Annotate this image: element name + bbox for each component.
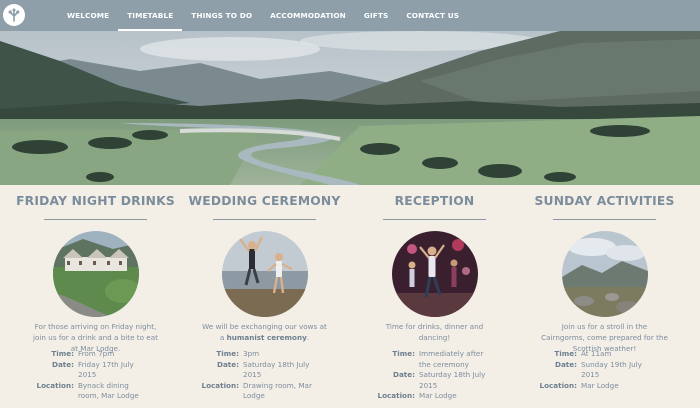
nav-welcome[interactable]: WELCOME [58, 0, 118, 31]
event-photo-dancing [392, 231, 478, 317]
event-title: FRIDAY NIGHT DRINKS [16, 194, 175, 208]
time-label: Time: [392, 349, 415, 358]
location-value: Bynack dining room, Mar Lodge [78, 380, 139, 401]
event-details: Time: Immediately after the ceremony Date… [375, 349, 491, 402]
location-value: Mar Lodge [581, 380, 619, 390]
event-title: WEDDING CEREMONY [188, 194, 341, 208]
event-details: Time: 3pm Date: Saturday 18th July 2015 Lo… [199, 349, 315, 402]
date-label: Date: [554, 359, 577, 369]
title-divider [553, 219, 656, 220]
time-value: From 7pm [78, 349, 115, 358]
event-card-friday-drinks: FRIDAY NIGHT DRINKS For those arriving o… [8, 185, 183, 408]
event-description: Time for drinks, dinner and dancing! [385, 322, 484, 342]
title-divider [383, 219, 486, 220]
event-title: RECEPTION [394, 194, 475, 208]
date-value: Saturday 18th July 2015 [243, 359, 310, 380]
location-value: Mar Lodge [419, 391, 457, 400]
event-card-reception: RECEPTION Time for drinks, dinner and da… [347, 185, 522, 408]
event-card-sunday-activities: SUNDAY ACTIVITIES Join us for a stroll i… [517, 185, 692, 408]
event-photo-jumping-couple [222, 231, 308, 317]
time-value: Immediately after the ceremony [419, 349, 484, 369]
title-divider [44, 219, 147, 220]
event-photo-lodge [53, 231, 139, 317]
nav-accommodation[interactable]: ACCOMMODATION [261, 0, 355, 31]
event-details: Time: From 7pm Date: Friday 17th July 2015… [34, 349, 150, 402]
time-label: Time: [51, 349, 74, 358]
location-label: Location: [377, 391, 415, 400]
location-value: Drawing room, Mar Lodge [243, 380, 312, 401]
date-label: Date: [51, 359, 74, 369]
top-nav: WELCOME TIMETABLE THINGS TO DO ACCOMMODA… [0, 0, 700, 31]
location-label: Location: [539, 380, 577, 390]
nav-things-to-do[interactable]: THINGS TO DO [182, 0, 261, 31]
heart-tree-icon [8, 8, 20, 22]
date-value: Sunday 19th July 2015 [581, 359, 642, 380]
event-description: We will be exchanging our vows at a huma… [199, 321, 330, 343]
location-label: Location: [201, 380, 239, 390]
event-photo-mountains [562, 231, 648, 317]
location-label: Location: [36, 380, 74, 390]
nav-timetable[interactable]: TIMETABLE [118, 0, 183, 31]
time-value: At 11am [581, 349, 612, 358]
title-divider [213, 219, 316, 220]
time-value: 3pm [243, 349, 260, 358]
date-label: Date: [216, 359, 239, 369]
date-label: Date: [392, 370, 415, 379]
description-end: . [306, 333, 310, 342]
date-value: Friday 17th July 2015 [78, 359, 134, 380]
time-label: Time: [216, 349, 239, 358]
nav-contact-us[interactable]: CONTACT US [397, 0, 468, 31]
nav-gifts[interactable]: GIFTS [355, 0, 397, 31]
event-details: Time: At 11am Date: Sunday 19th July 2015 … [537, 349, 653, 391]
time-label: Time: [554, 349, 577, 358]
hero-landscape-image [0, 31, 700, 185]
event-card-wedding-ceremony: WEDDING CEREMONY We will be exchanging o… [177, 185, 352, 408]
event-title: SUNDAY ACTIVITIES [534, 194, 675, 208]
date-value: Saturday 18th July 2015 [419, 370, 486, 390]
timetable-events: FRIDAY NIGHT DRINKS For those arriving o… [0, 185, 700, 408]
logo[interactable] [3, 4, 25, 26]
humanist-ceremony-text: humanist ceremony [226, 333, 307, 342]
